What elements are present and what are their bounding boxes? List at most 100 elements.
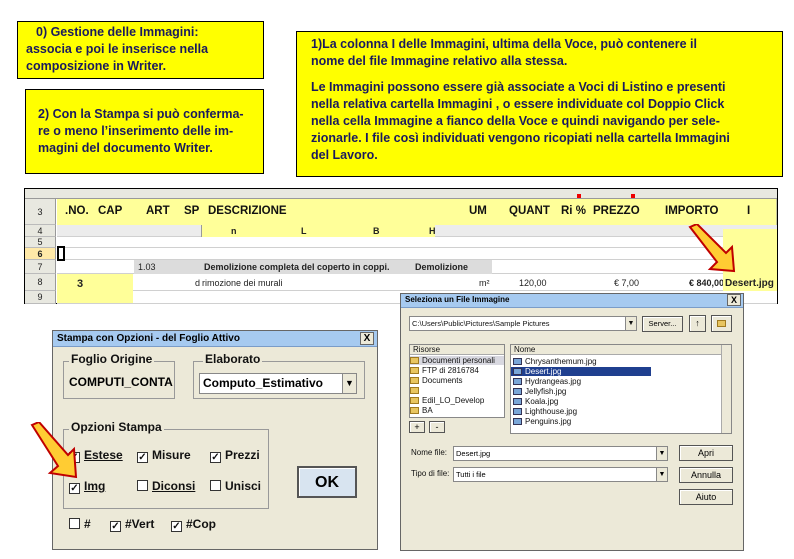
risorsa-item[interactable] [410,386,422,395]
image-file-icon [513,368,522,375]
file-label: Jellyfish.jpg [525,387,567,396]
row-number[interactable]: 8 [25,274,56,291]
server-button[interactable]: Server... [642,316,683,332]
image-file-icon [513,358,522,365]
cell-quant[interactable]: 120,00 [519,278,547,288]
cell-art[interactable]: 1.03 [138,262,156,272]
header-descrizione[interactable]: DESCRIZIONE [208,205,287,217]
note-line: associa e poi le inserisce nella [26,42,209,56]
risorsa-item[interactable]: Edil_LO_Develop [410,396,484,405]
apri-button[interactable]: Apri [679,445,733,461]
chevron-down-icon[interactable]: ▼ [342,374,356,393]
checkbox-box: ✓ [171,521,182,532]
spreadsheet: 3 .NO. CAP ART SP DESCRIZIONE UM QUANT R… [24,188,778,304]
checkbox-box [210,480,221,491]
path-field[interactable]: C:\Users\Public\Pictures\Sample Pictures… [409,316,637,331]
header-quant[interactable]: QUANT [509,205,550,217]
row-number[interactable]: 7 [25,260,56,274]
scrollbar[interactable] [721,345,731,433]
row-number[interactable]: 6 [25,248,56,260]
subheader-b: B [373,226,380,236]
add-button[interactable]: + [409,421,425,433]
row-number[interactable]: 4 [25,225,56,237]
header-i[interactable]: I [747,205,750,217]
checkbox-cop[interactable]: ✓ #Cop [171,517,216,532]
row-number[interactable]: 9 [25,291,56,304]
risorsa-item[interactable]: Documenti personali [410,356,504,365]
header-cap[interactable]: CAP [98,205,122,217]
checkbox-unisci[interactable]: Unisci [210,479,261,493]
cell-categoria[interactable]: Demolizione [415,262,468,272]
header-sp[interactable]: SP [184,205,199,217]
cell-descrizione[interactable]: Demolizione completa del coperto in copp… [204,262,390,272]
checkbox-vert[interactable]: ✓ #Vert [110,517,154,532]
file-list[interactable]: Nome Chrysanthemum.jpg Desert.jpg Hydran… [510,344,732,434]
cell-descrizione[interactable]: rimozione dei murali [202,278,283,288]
checkbox-prezzi[interactable]: ✓ Prezzi [210,448,260,463]
cell-importo[interactable]: € 840,00 [689,278,724,288]
checkbox-diconsi[interactable]: Diconsi [137,479,195,493]
nome-file-input[interactable]: Desert.jpg ▼ [453,446,668,461]
file-label: Lighthouse.jpg [525,407,578,416]
cell-no[interactable]: 3 [77,278,83,290]
checkbox-label: Misure [152,448,191,462]
file-item[interactable]: Chrysanthemum.jpg [513,357,597,366]
cell-immagine[interactable]: Desert.jpg [725,278,774,289]
file-select-dialog: Seleziona un File Immagine X C:\Users\Pu… [400,293,744,551]
row-number[interactable]: 5 [25,237,56,248]
file-item[interactable]: Lighthouse.jpg [513,407,577,416]
header-prezzo[interactable]: PREZZO [593,205,640,217]
header-importo[interactable]: IMPORTO [665,205,718,217]
chevron-down-icon[interactable]: ▼ [625,317,636,330]
note-line: 0) Gestione delle Immagini: [36,25,199,39]
checkbox-misure[interactable]: ✓ Misure [137,448,191,463]
marker [631,194,635,198]
header-art[interactable]: ART [146,205,170,217]
risorsa-item[interactable]: BA [410,406,433,415]
risorse-list[interactable]: Risorse Documenti personali FTP di 28167… [409,344,505,418]
opzioni-stampa-group [63,429,269,509]
image-file-icon [513,418,522,425]
aiuto-button[interactable]: Aiuto [679,489,733,505]
header-um[interactable]: UM [469,205,487,217]
checkbox-numerazione[interactable]: # [69,517,91,531]
note-line: nella relativa cartella Immagini , o ess… [311,97,725,111]
remove-button[interactable]: - [429,421,445,433]
column-header[interactable]: Risorse [413,345,440,354]
chevron-down-icon[interactable]: ▼ [656,447,667,460]
file-item[interactable]: Jellyfish.jpg [513,387,566,396]
up-folder-icon[interactable]: ↑ [689,315,706,332]
file-item[interactable]: Hydrangeas.jpg [513,377,581,386]
cell-um[interactable]: m² [479,278,490,288]
dialog-title: Seleziona un File Immagine [405,295,510,304]
image-file-icon [513,388,522,395]
ok-button[interactable]: OK [297,466,357,498]
file-item-selected[interactable]: Desert.jpg [511,367,651,376]
header-ri[interactable]: Ri % [561,205,586,217]
risorsa-item[interactable]: FTP di 2816784 [410,366,479,375]
file-label: Chrysanthemum.jpg [525,357,597,366]
tipo-file-select[interactable]: Tutti i file ▼ [453,467,668,482]
risorsa-item[interactable]: Documents [410,376,462,385]
header-no[interactable]: .NO. [65,205,89,217]
note-line: magini del documento Writer. [38,141,213,155]
close-button[interactable]: X [727,294,741,306]
cell-sp[interactable]: d [195,278,200,288]
note-line: del Lavoro. [311,148,378,162]
cell-cursor [57,246,65,261]
risorsa-label: Edil_LO_Develop [422,396,485,405]
note-line: nome del file Immagine relativo alla ste… [311,54,568,68]
close-button[interactable]: X [360,332,374,345]
checkbox-box [137,480,148,491]
cell-prezzo[interactable]: € 7,00 [614,278,639,288]
note-stampa: 2) Con la Stampa si può conferma- re o m… [25,89,264,174]
chevron-down-icon[interactable]: ▼ [656,468,667,481]
column-header[interactable]: Nome [514,345,535,354]
file-item[interactable]: Penguins.jpg [513,417,571,426]
new-folder-icon[interactable] [711,315,732,332]
file-item[interactable]: Koala.jpg [513,397,558,406]
annulla-button[interactable]: Annulla [679,467,733,483]
elaborato-select[interactable]: Computo_Estimativo ▼ [199,373,357,394]
arrow-icon [688,224,736,273]
row-number[interactable]: 3 [25,199,56,225]
